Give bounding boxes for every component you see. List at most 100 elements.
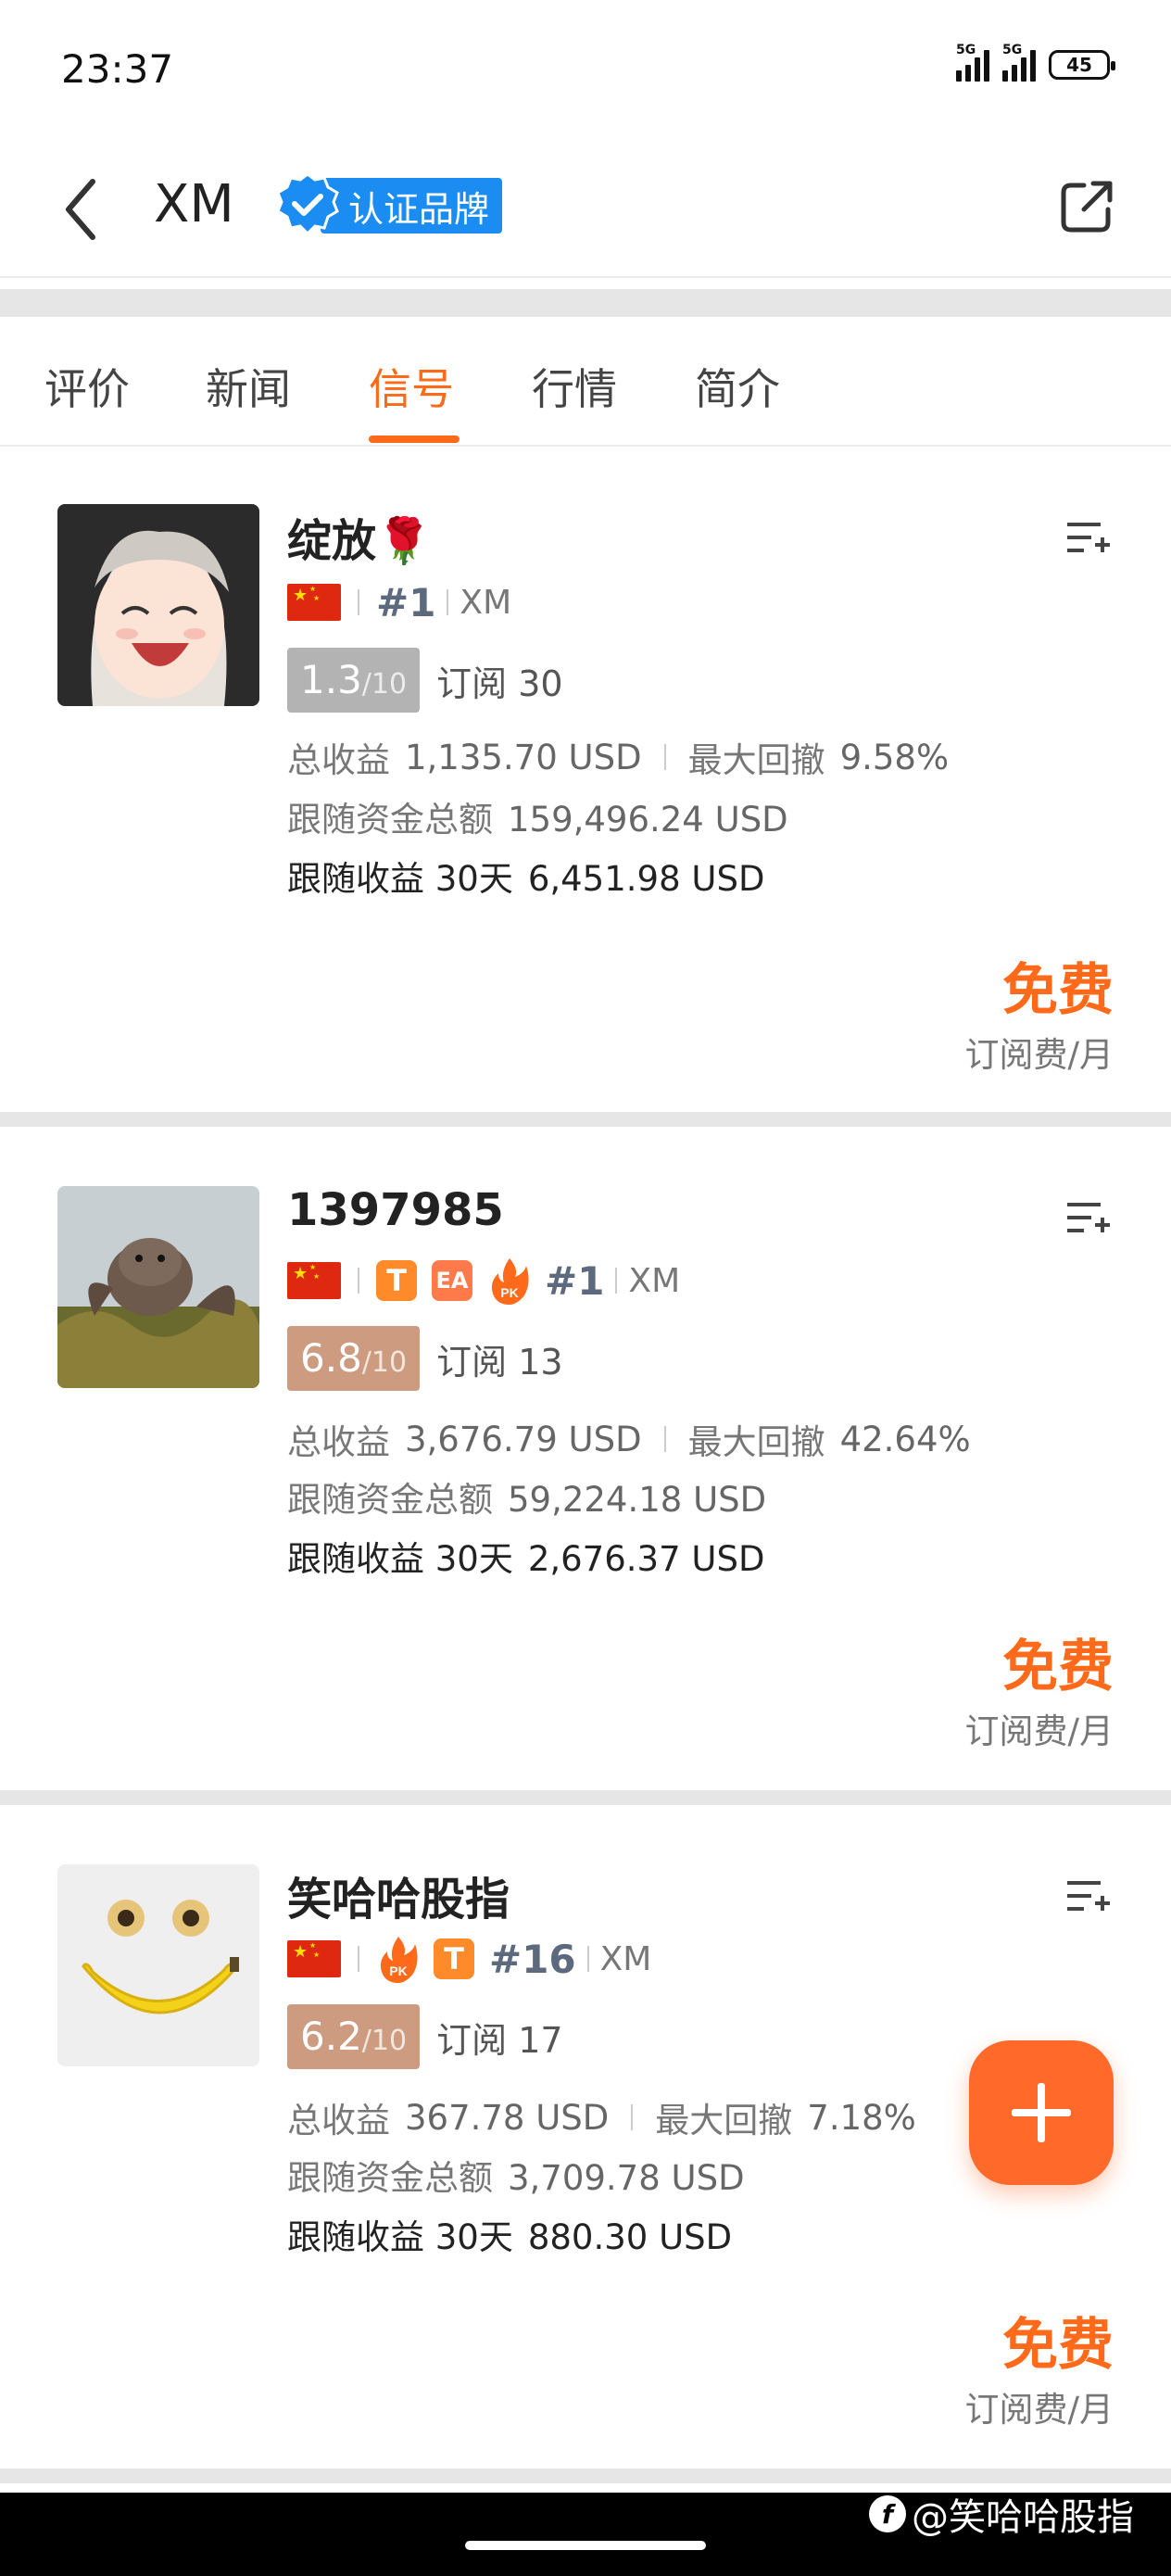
add-button[interactable] [969, 2040, 1114, 2185]
follow-profit-value: 2,676.37 USD [527, 1539, 765, 1579]
follow-profit-row: 跟随收益 30天 6,451.98 USD [287, 851, 764, 901]
add-to-list-button[interactable] [1064, 1874, 1112, 1922]
china-flag-icon: ★ ★ ★ [287, 1940, 341, 1977]
header: XM 认证品牌 [0, 139, 1171, 278]
signal-label: 5G [1002, 43, 1023, 57]
status-time: 23:37 [61, 46, 174, 92]
share-button[interactable] [1056, 176, 1117, 237]
signal-card[interactable]: 1397985 ★ ★ ★ T EA PK #1 XM 6.8/10 订阅 13 总… [0, 1127, 1171, 1794]
signal-icon: 5G [1002, 43, 1036, 82]
follow-funds-label: 跟随资金总额 [287, 2158, 493, 2198]
max-drawdown-label: 最大回撤 [655, 2101, 793, 2140]
subscription-price: 免费 [1002, 958, 1114, 1023]
subs-value: 17 [518, 2019, 563, 2061]
tab-reviews[interactable]: 评价 [44, 356, 130, 417]
china-flag-icon: ★ ★ ★ [287, 1262, 341, 1299]
verified-brand-badge: 认证品牌 [274, 172, 503, 236]
score-row: 6.8/10 订阅 13 [287, 1325, 563, 1392]
subscription-price: 免费 [1002, 2313, 1114, 2378]
profit-row: 总收益 367.78 USD 最大回撤 7.18% [287, 2092, 916, 2142]
status-icons: 5G 5G 45 [956, 43, 1115, 82]
watermark-text: @笑哈哈股指 [912, 2496, 1134, 2539]
follow-profit-row: 跟随收益 30天 880.30 USD [287, 2209, 732, 2259]
profit-row: 总收益 1,135.70 USD 最大回撤 9.58% [287, 732, 949, 782]
score-value: 6.2 [300, 2014, 362, 2059]
subs-value: 30 [518, 663, 563, 704]
share-icon [1061, 181, 1113, 233]
watermark-logo-icon: f [869, 2495, 906, 2532]
subs-label: 订阅 [436, 2019, 508, 2061]
pk-fire-icon: PK [491, 1258, 529, 1305]
add-to-list-button[interactable] [1064, 1195, 1112, 1244]
score-badge: 1.3/10 [287, 648, 421, 713]
trader-tag: T [376, 1260, 417, 1301]
follow-funds-row: 跟随资金总额 59,224.18 USD [287, 1471, 766, 1522]
follow-profit-value: 6,451.98 USD [527, 859, 765, 899]
max-drawdown-value: 42.64% [839, 1419, 971, 1459]
score-row: 1.3/10 订阅 30 [287, 647, 563, 713]
follow-funds-label: 跟随资金总额 [287, 800, 493, 840]
active-tab-indicator [369, 436, 460, 443]
brand-badge-label: 认证品牌 [321, 178, 503, 234]
follow-profit-value: 880.30 USD [527, 2217, 733, 2257]
follow-funds-label: 跟随资金总额 [287, 1480, 493, 1520]
signal-name[interactable]: 1397985 [287, 1184, 504, 1236]
tab-news[interactable]: 新闻 [206, 356, 291, 417]
subs-value: 13 [518, 1341, 563, 1383]
score-badge: 6.8/10 [287, 1326, 421, 1391]
max-drawdown-label: 最大回撤 [687, 1422, 825, 1462]
score-value: 1.3 [300, 657, 362, 702]
signal-name[interactable]: 笑哈哈股指 [287, 1863, 510, 1927]
score-max: /10 [361, 668, 408, 701]
status-bar: 23:37 5G 5G 45 [0, 0, 1171, 139]
subscriber-count: 订阅 13 [436, 1333, 562, 1384]
meta-row: ★ ★ ★ T EA PK #1 XM [287, 1255, 680, 1307]
china-flag-icon: ★ ★ ★ [287, 584, 341, 621]
avatar [57, 1864, 259, 2066]
rank: #16 [489, 1936, 576, 1982]
add-to-list-button[interactable] [1064, 515, 1112, 563]
score-badge: 6.2/10 [287, 2004, 421, 2069]
follow-profit-row: 跟随收益 30天 2,676.37 USD [287, 1531, 764, 1581]
signal-card[interactable]: 绽放🌹 ★ ★ ★ #1 XM 1.3/10 订阅 30 总收益 1,135.70 U… [0, 447, 1171, 1114]
playlist-add-icon [1067, 523, 1110, 552]
score-max: /10 [361, 1346, 408, 1379]
meta-row: ★ ★ ★ #1 XM [287, 576, 511, 628]
total-profit-label: 总收益 [287, 1422, 390, 1462]
follow-funds-value: 159,496.24 USD [508, 800, 788, 840]
total-profit-label: 总收益 [287, 740, 390, 780]
broker: XM [628, 1261, 681, 1300]
total-profit-value: 1,135.70 USD [405, 737, 642, 777]
divider [0, 289, 1171, 317]
signal-icon: 5G [956, 43, 989, 82]
max-drawdown-value: 9.58% [839, 737, 950, 777]
max-drawdown-value: 7.18% [807, 2097, 916, 2138]
total-profit-value: 3,676.79 USD [405, 1419, 642, 1459]
card-divider [0, 1112, 1171, 1127]
playlist-add-icon [1067, 1203, 1110, 1232]
follow-funds-row: 跟随资金总额 159,496.24 USD [287, 791, 788, 841]
home-indicator[interactable] [465, 2541, 706, 2550]
tab-market[interactable]: 行情 [532, 356, 617, 417]
broker: XM [460, 583, 512, 622]
total-profit-label: 总收益 [287, 2101, 390, 2140]
signal-name[interactable]: 绽放🌹 [287, 504, 432, 569]
battery-level: 45 [1066, 54, 1092, 76]
follow-funds-row: 跟随资金总额 3,709.78 USD [287, 2150, 745, 2200]
watermark: f @笑哈哈股指 [869, 2487, 1134, 2541]
tab-intro[interactable]: 简介 [695, 356, 780, 417]
tab-signals[interactable]: 信号 [369, 356, 454, 417]
card-divider [0, 1790, 1171, 1805]
page-title: XM [154, 174, 234, 234]
back-button[interactable] [56, 172, 120, 246]
playlist-add-icon [1067, 1881, 1110, 1911]
follow-funds-value: 3,709.78 USD [508, 2158, 745, 2198]
tab-bar: 评价 新闻 信号 行情 简介 [0, 317, 1171, 447]
profit-row: 总收益 3,676.79 USD 最大回撤 42.64% [287, 1414, 971, 1464]
rank: #1 [376, 579, 436, 625]
follow-profit-label: 跟随收益 30天 [287, 1539, 513, 1579]
battery-icon: 45 [1049, 50, 1115, 80]
trader-tag: T [434, 1938, 474, 1979]
follow-funds-value: 59,224.18 USD [508, 1480, 767, 1520]
follow-profit-label: 跟随收益 30天 [287, 859, 513, 899]
